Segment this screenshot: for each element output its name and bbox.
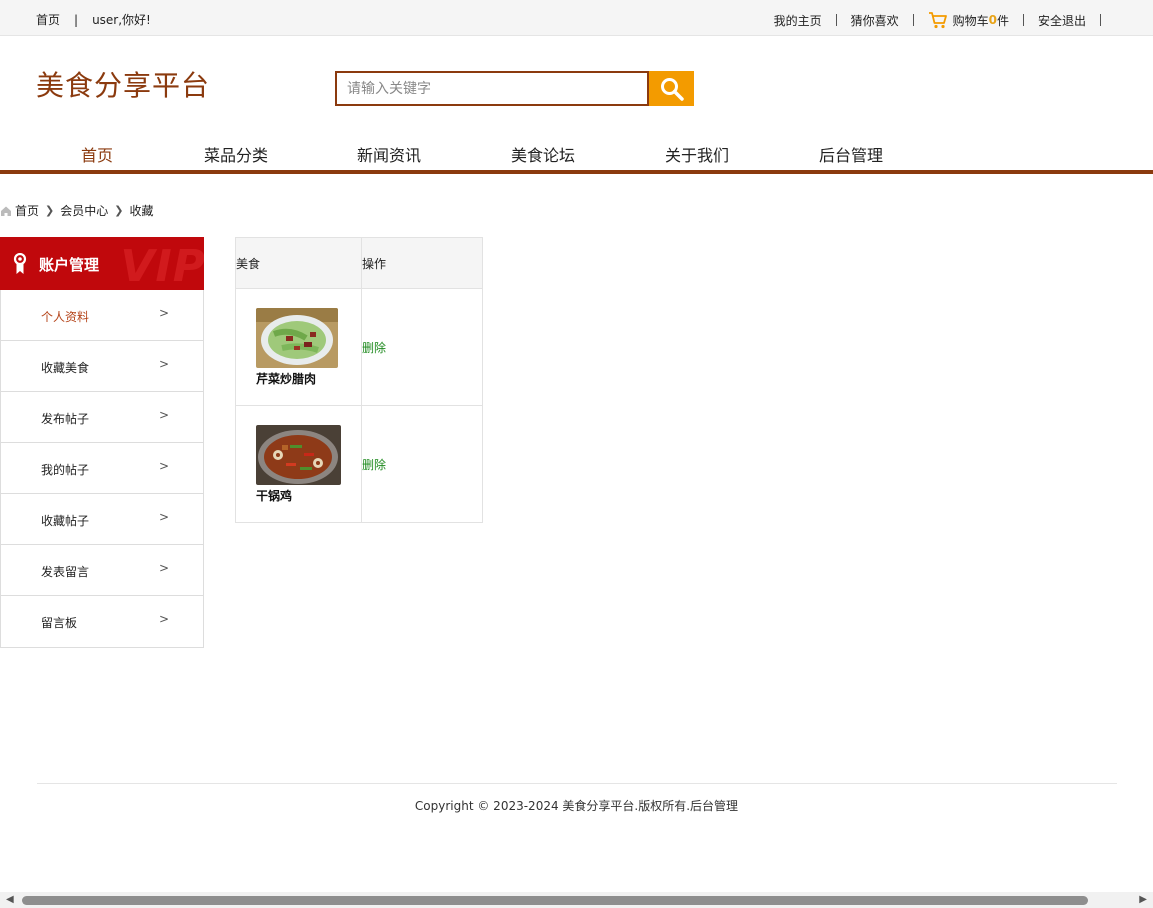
home-icon: [1, 206, 11, 216]
sidebar-item-label: 收藏帖子: [41, 514, 90, 528]
divider: [912, 14, 914, 26]
nav-about[interactable]: 关于我们: [665, 142, 729, 166]
award-badge-icon: [13, 253, 27, 274]
divider: [835, 14, 837, 26]
sidebar-item-label: 留言板: [41, 616, 78, 630]
chevron-right-icon: >: [159, 408, 170, 422]
sidebar-item-post-message[interactable]: 发表留言 >: [1, 545, 203, 596]
cart-link[interactable]: 购物车 0 件: [928, 11, 1009, 29]
sidebar-item-favorite-posts[interactable]: 收藏帖子 >: [1, 494, 203, 545]
search-input[interactable]: [335, 71, 649, 106]
food-name[interactable]: 芹菜炒腊肉: [256, 370, 361, 387]
scroll-left-icon[interactable]: ◀: [6, 894, 14, 905]
table-row: 芹菜炒腊肉 删除: [235, 288, 483, 406]
sidebar-item-message-board[interactable]: 留言板 >: [1, 596, 203, 647]
account-sidebar: VIP 账户管理 个人资料 > 收藏美食 > 发布帖子 > 我的帖子 > 收藏帖…: [0, 237, 204, 648]
sidebar-menu: 个人资料 > 收藏美食 > 发布帖子 > 我的帖子 > 收藏帖子 > 发表留言 …: [0, 290, 204, 648]
food-name[interactable]: 干锅鸡: [256, 487, 361, 504]
sidebar-item-my-posts[interactable]: 我的帖子 >: [1, 443, 203, 494]
column-header-food: 美食: [235, 237, 362, 289]
breadcrumb-home[interactable]: 首页: [15, 202, 39, 219]
breadcrumb-favorites: 收藏: [129, 204, 154, 218]
horizontal-scrollbar[interactable]: ◀ ▶: [0, 892, 1153, 908]
nav-admin[interactable]: 后台管理: [819, 142, 883, 166]
sidebar-item-label: 收藏美食: [41, 361, 90, 375]
top-home-link[interactable]: 首页: [36, 11, 60, 28]
breadcrumb: 首页 ❯ 会员中心 ❯ 收藏: [0, 202, 153, 219]
cart-label: 购物车: [952, 13, 989, 28]
sidebar-title: 账户管理: [39, 256, 100, 274]
chevron-right-icon: ❯: [45, 204, 55, 217]
sidebar-item-publish-post[interactable]: 发布帖子 >: [1, 392, 203, 443]
sidebar-item-label: 发表留言: [41, 565, 90, 579]
sidebar-item-favorite-food[interactable]: 收藏美食 >: [1, 341, 203, 392]
table-row: 干锅鸡 删除: [235, 405, 483, 523]
footer: Copyright © 2023-2024 美食分享平台.版权所有.后台管理: [0, 797, 1153, 814]
logout-link[interactable]: 安全退出: [1038, 12, 1086, 29]
divider: [1022, 14, 1024, 26]
search-button[interactable]: [649, 71, 694, 106]
search-icon: [660, 77, 684, 101]
breadcrumb-member-center[interactable]: 会员中心: [60, 202, 108, 219]
user-greeting: user,你好!: [92, 13, 151, 27]
divider: [1100, 14, 1101, 26]
nav-forum[interactable]: 美食论坛: [511, 142, 575, 166]
chevron-right-icon: >: [159, 306, 170, 320]
nav-home[interactable]: 首页: [81, 142, 113, 166]
top-separator: |: [74, 12, 79, 27]
site-logo[interactable]: 美食分享平台: [36, 64, 210, 104]
chevron-right-icon: >: [159, 510, 170, 524]
chevron-right-icon: >: [159, 357, 170, 371]
action-cell: 删除: [361, 288, 483, 406]
top-bar: 首页 | user,你好! 我的主页 猜你喜欢 购物车 0 件 安全退出: [0, 0, 1153, 36]
nav-dish-categories[interactable]: 菜品分类: [204, 142, 268, 166]
scroll-right-icon[interactable]: ▶: [1139, 894, 1147, 905]
vip-watermark: VIP: [120, 241, 204, 290]
top-bar-left: 首页 | user,你好!: [36, 11, 151, 28]
sidebar-header: VIP 账户管理: [0, 237, 204, 290]
sidebar-item-profile[interactable]: 个人资料 >: [1, 290, 203, 341]
cart-unit: 件: [996, 13, 1009, 28]
chevron-right-icon: >: [159, 459, 170, 473]
guess-you-like-link[interactable]: 猜你喜欢: [851, 12, 899, 29]
sidebar-item-label: 我的帖子: [41, 463, 90, 477]
top-bar-right: 我的主页 猜你喜欢 购物车 0 件 安全退出: [774, 11, 1115, 29]
food-cell: 干锅鸡: [235, 405, 362, 523]
delete-link[interactable]: 删除: [362, 458, 386, 472]
sidebar-item-label: 发布帖子: [41, 412, 90, 426]
food-image[interactable]: [256, 424, 341, 485]
copyright-text: Copyright © 2023-2024 美食分享平台.版权所有.: [414, 799, 691, 813]
action-cell: 删除: [361, 405, 483, 523]
delete-link[interactable]: 删除: [362, 341, 386, 355]
column-header-action: 操作: [361, 237, 483, 289]
favorites-table: 美食 操作 芹菜炒腊肉 删除 干锅鸡 删除: [235, 237, 483, 523]
nav-news[interactable]: 新闻资讯: [357, 142, 421, 166]
my-home-link[interactable]: 我的主页: [774, 12, 822, 29]
footer-admin-link[interactable]: 后台管理: [690, 799, 738, 813]
shopping-cart-icon: [928, 12, 947, 29]
food-image[interactable]: [256, 307, 338, 368]
chevron-right-icon: >: [159, 561, 170, 575]
scrollbar-thumb[interactable]: [22, 896, 1088, 905]
chevron-right-icon: ❯: [114, 204, 124, 217]
food-cell: 芹菜炒腊肉: [235, 288, 362, 406]
chevron-right-icon: >: [159, 612, 170, 626]
footer-divider: [37, 783, 1117, 784]
cart-count: 0: [988, 13, 997, 27]
main-nav: 首页 菜品分类 新闻资讯 美食论坛 关于我们 后台管理: [0, 130, 1153, 174]
table-header-row: 美食 操作: [235, 237, 483, 289]
sidebar-item-label: 个人资料: [41, 310, 90, 324]
